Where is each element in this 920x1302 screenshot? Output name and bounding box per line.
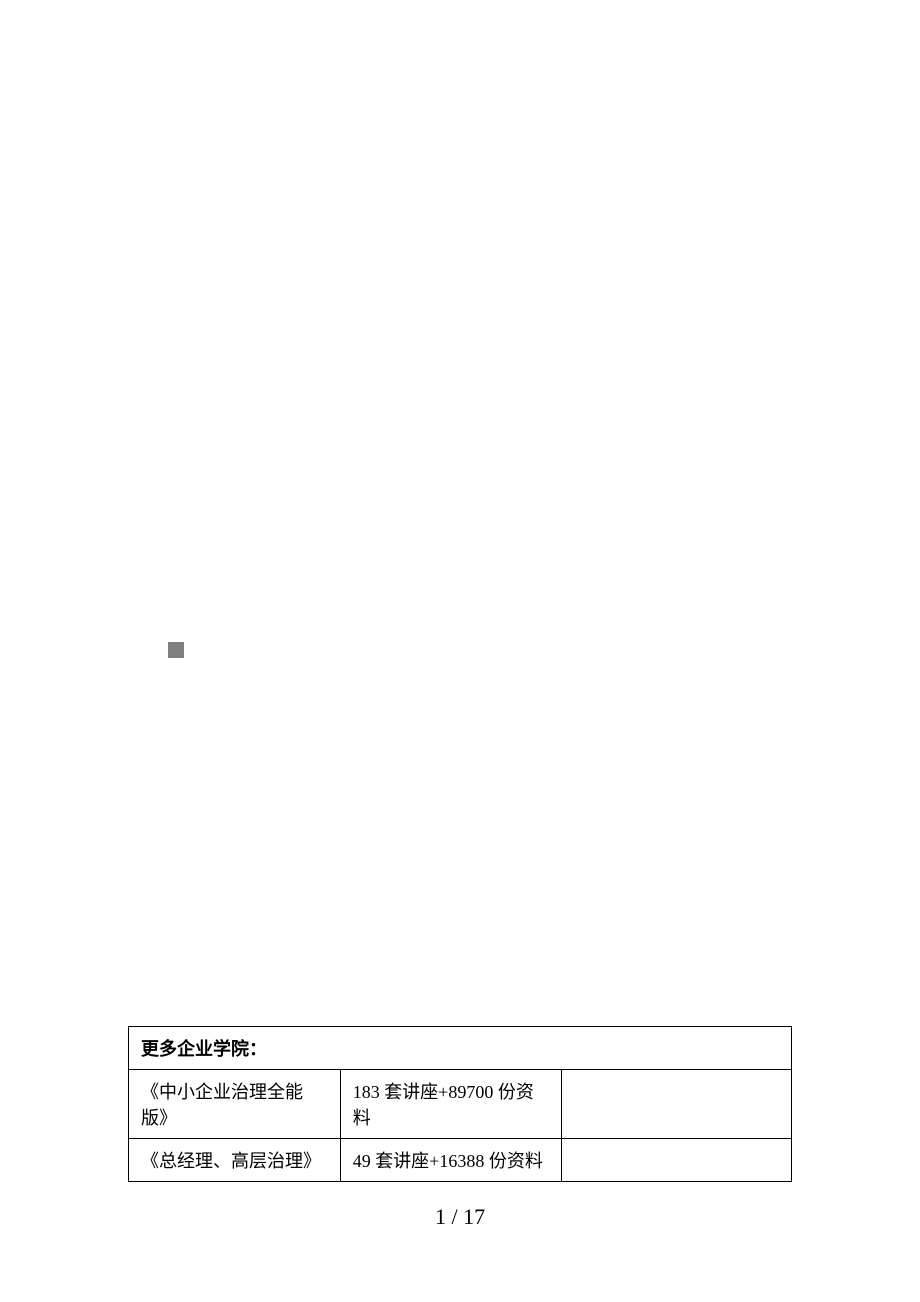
table-header-row: 更多企业学院： — [129, 1027, 792, 1070]
current-page: 1 — [435, 1204, 446, 1229]
page-separator: / — [446, 1204, 463, 1229]
table-row: 《总经理、高层治理》 49 套讲座+16388 份资料 — [129, 1139, 792, 1182]
course-detail-cell: 49 套讲座+16388 份资料 — [340, 1139, 562, 1182]
page-number: 1 / 17 — [0, 1204, 920, 1230]
course-table: 更多企业学院： 《中小企业治理全能版》 183 套讲座+89700 份资料 《总… — [128, 1026, 792, 1182]
decorative-square-icon — [168, 642, 184, 658]
course-empty-cell — [562, 1139, 792, 1182]
course-name-cell: 《中小企业治理全能版》 — [129, 1070, 341, 1139]
table-header-cell: 更多企业学院： — [129, 1027, 792, 1070]
total-pages: 17 — [463, 1204, 485, 1229]
course-name-cell: 《总经理、高层治理》 — [129, 1139, 341, 1182]
course-detail-cell: 183 套讲座+89700 份资料 — [340, 1070, 562, 1139]
table-row: 《中小企业治理全能版》 183 套讲座+89700 份资料 — [129, 1070, 792, 1139]
course-empty-cell — [562, 1070, 792, 1139]
